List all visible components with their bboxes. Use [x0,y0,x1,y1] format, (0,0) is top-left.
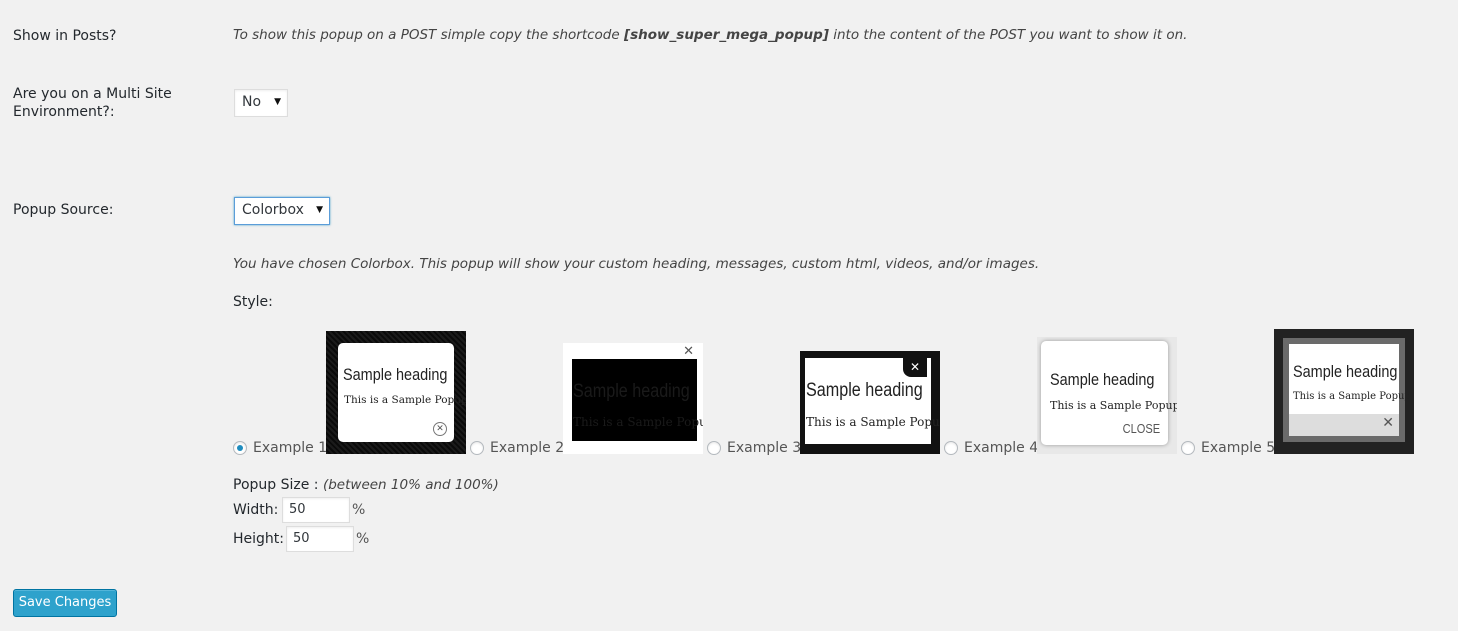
multisite-label: Are you on a Multi Site Environment?: [13,85,172,121]
popup-footer-bar: ✕ [1289,414,1399,436]
example-2-thumbnail[interactable]: ✕ Sample heading This is a Sample Popup [563,343,703,454]
example-4-thumbnail[interactable]: Sample heading This is a Sample Popup CL… [1037,337,1177,454]
sample-heading: Sample heading [573,381,690,402]
sample-heading: Sample heading [1050,370,1155,389]
multisite-select[interactable]: No ▼ [234,89,288,117]
popup-source-select[interactable]: Colorbox ▼ [234,197,330,225]
width-label: Width: [233,502,279,518]
example-2-radio[interactable] [470,441,484,455]
example-5-label[interactable]: Example 5 [1201,440,1275,456]
description-text-post: into the content of the POST you want to… [828,27,1188,43]
example-4-label[interactable]: Example 4 [964,440,1038,456]
example-2-label[interactable]: Example 2 [490,440,564,456]
close-text-button: CLOSE [1122,421,1160,436]
save-changes-button[interactable]: Save Changes [13,589,117,617]
sample-text: This is a Sample Popup [573,415,703,429]
example-5-thumbnail[interactable]: Sample heading This is a Sample Popup ✕ [1274,329,1414,454]
sample-text: This is a Sample Popup [806,415,940,429]
popup-size-hint: (between 10% and 100%) [322,477,499,493]
height-input[interactable]: 50 [286,526,354,552]
example-1-radio[interactable] [233,441,247,455]
sample-heading: Sample heading [1293,362,1398,381]
popup-preview-box: Sample heading This is a Sample Popup ✕ [1289,344,1411,436]
height-label: Height: [233,531,284,547]
dropdown-arrow-icon: ▼ [274,97,281,107]
popup-size-row: Popup Size : (between 10% and 100%) [233,477,499,493]
sample-text: This is a Sample Popup [344,394,466,406]
dropdown-arrow-icon: ▼ [316,205,323,215]
close-icon: ✕ [433,422,447,436]
multisite-select-value: No [242,94,262,110]
popup-source-select-value: Colorbox [242,202,304,218]
multisite-label-line2: Environment?: [13,104,115,120]
example-3-thumbnail[interactable]: Sample heading This is a Sample Popup ✕ [800,351,940,454]
height-unit: % [356,531,370,547]
popup-preview-box: Sample heading This is a Sample Popup CL… [1041,341,1177,445]
multisite-label-line1: Are you on a Multi Site [13,86,172,102]
radio-selected-dot [237,445,243,451]
popup-source-label: Popup Source: [13,202,114,218]
example-1-thumbnail[interactable]: Sample heading This is a Sample Popup ✕ [326,331,466,454]
close-icon: ✕ [683,344,694,359]
sample-heading: Sample heading [806,380,923,401]
sample-text: This is a Sample Popup [1293,391,1411,402]
popup-preview-box: Sample heading This is a Sample Popup [572,359,703,441]
popup-source-description: You have chosen Colorbox. This popup wil… [233,256,1040,272]
sample-heading: Sample heading [343,365,448,384]
style-label: Style: [233,294,273,310]
example-3-radio[interactable] [707,441,721,455]
example-5-radio[interactable] [1181,441,1195,455]
popup-preview-frame: Sample heading This is a Sample Popup ✕ [1283,338,1411,442]
show-in-posts-description: To show this popup on a POST simple copy… [233,27,1187,43]
example-4-radio[interactable] [944,441,958,455]
description-text-pre: To show this popup on a POST simple copy… [233,27,624,43]
close-icon: ✕ [903,357,927,377]
close-icon: ✕ [1382,415,1394,431]
show-in-posts-label: Show in Posts? [13,28,117,44]
popup-preview-box: Sample heading This is a Sample Popup ✕ [338,343,466,442]
width-unit: % [352,502,366,518]
popup-size-label: Popup Size : [233,477,319,493]
shortcode-text: [show_super_mega_popup] [623,27,829,43]
width-input[interactable]: 50 [282,497,350,523]
example-3-label[interactable]: Example 3 [727,440,801,456]
example-1-label[interactable]: Example 1 [253,440,327,456]
sample-text: This is a Sample Popup [1050,399,1177,412]
